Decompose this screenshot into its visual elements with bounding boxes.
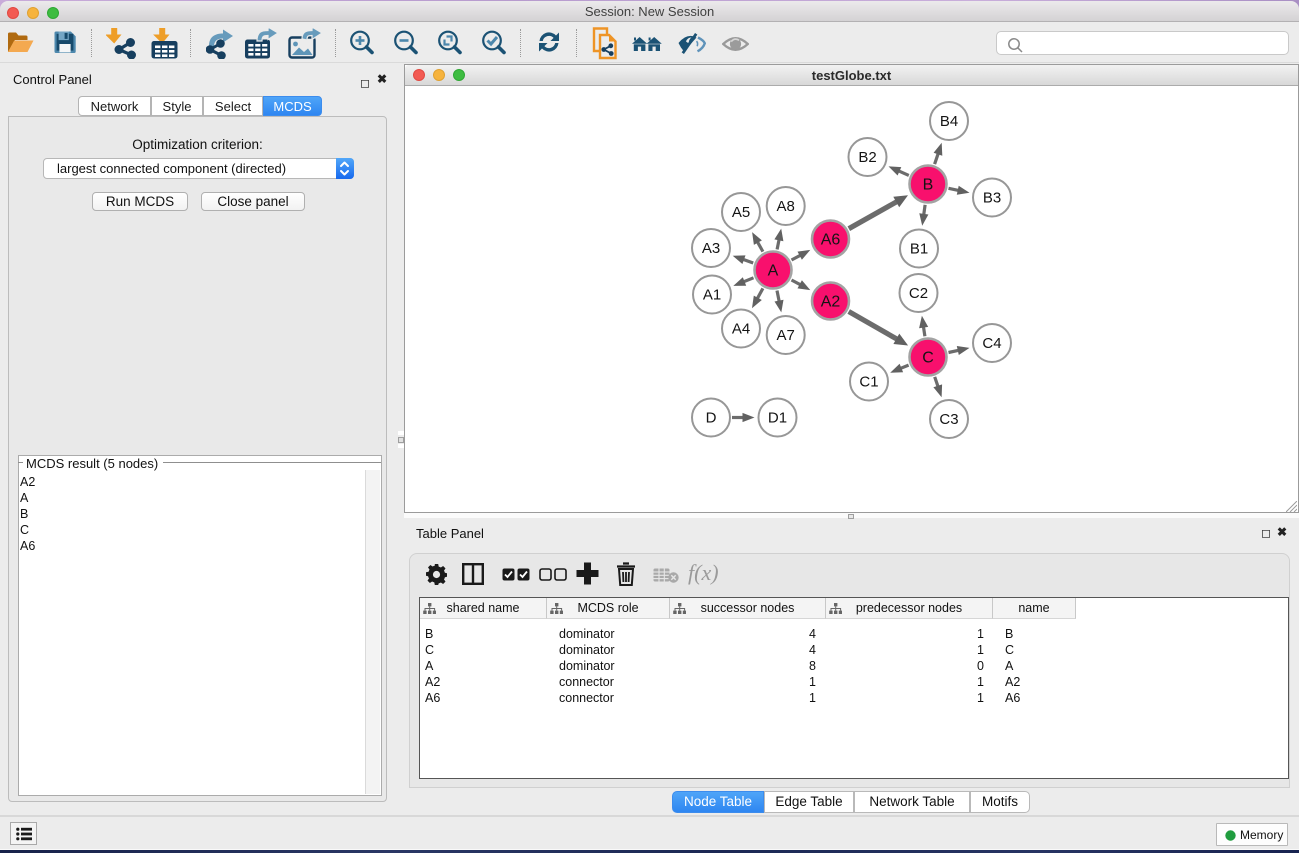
svg-text:A: A: [768, 263, 779, 280]
svg-text:B4: B4: [940, 113, 958, 130]
svg-text:A8: A8: [777, 198, 795, 215]
svg-text:D1: D1: [768, 410, 787, 427]
svg-text:A4: A4: [732, 321, 750, 338]
svg-text:C: C: [922, 350, 934, 367]
svg-text:A2: A2: [821, 294, 841, 311]
svg-text:C4: C4: [982, 335, 1001, 352]
svg-text:C3: C3: [939, 411, 958, 428]
svg-text:B2: B2: [858, 149, 876, 166]
svg-text:D: D: [706, 410, 717, 427]
svg-text:C1: C1: [859, 374, 878, 391]
svg-text:A5: A5: [732, 204, 750, 221]
svg-text:C2: C2: [909, 285, 928, 302]
svg-text:B: B: [923, 177, 934, 194]
svg-text:A7: A7: [777, 327, 795, 344]
svg-text:B1: B1: [910, 241, 928, 258]
svg-text:A6: A6: [821, 232, 841, 249]
svg-text:A1: A1: [703, 287, 721, 304]
svg-text:B3: B3: [983, 190, 1001, 207]
svg-text:A3: A3: [702, 240, 720, 257]
